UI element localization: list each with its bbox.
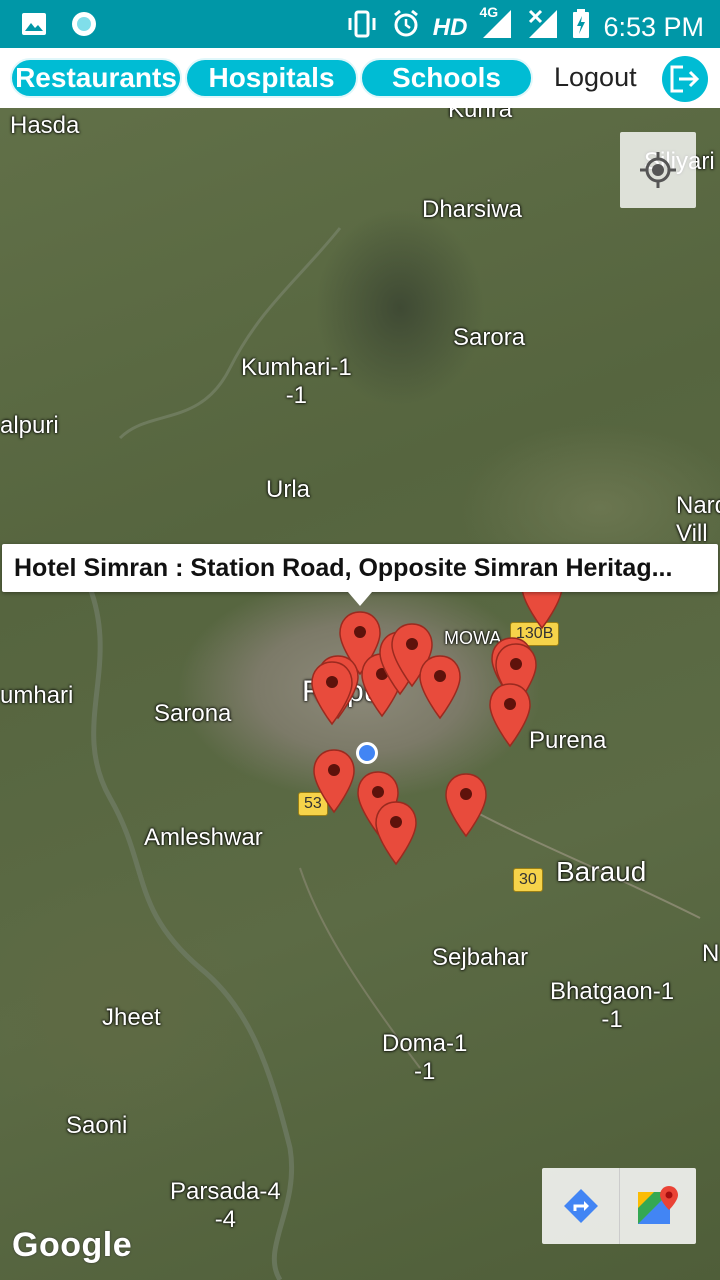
google-maps-icon — [638, 1186, 678, 1224]
map-pin-marker[interactable] — [310, 660, 354, 726]
place-label: Hasda — [10, 112, 80, 139]
info-window[interactable]: Hotel Simran : Station Road, Opposite Si… — [2, 544, 718, 592]
map-pin-marker[interactable] — [312, 748, 356, 814]
map-pin-marker[interactable] — [444, 772, 488, 838]
map-pin-marker[interactable] — [488, 682, 532, 748]
map-pin-marker[interactable] — [418, 654, 462, 720]
place-label: Sarora — [453, 324, 526, 351]
status-bar: HD 4G 6:53 PM — [0, 0, 720, 48]
info-window-pointer — [348, 592, 372, 606]
logout-button[interactable]: Logout — [554, 62, 637, 93]
map-pin-marker[interactable] — [374, 800, 418, 866]
network-type: 4G — [479, 4, 499, 20]
my-location-icon — [640, 152, 676, 188]
place-label: Doma-1 -1 — [382, 1030, 468, 1085]
hd-label: HD — [432, 13, 468, 41]
clock: 6:53 PM — [603, 12, 704, 42]
place-label: Nard Vill — [676, 492, 720, 547]
place-label: Purena — [529, 727, 607, 754]
place-label: alpuri — [0, 412, 59, 439]
place-label: Dharsiwa — [422, 196, 523, 223]
schools-button[interactable]: Schools — [360, 58, 533, 98]
current-location-dot — [356, 742, 378, 764]
directions-icon — [563, 1189, 598, 1223]
battery-charging-icon — [571, 8, 591, 47]
google-maps-button[interactable] — [619, 1168, 696, 1244]
place-label: N — [702, 940, 720, 967]
map-toolbar — [542, 1168, 696, 1244]
place-label: Jheet — [102, 1004, 161, 1031]
image-icon — [20, 10, 48, 43]
directions-button[interactable] — [542, 1168, 619, 1244]
top-toolbar: Restaurants Hospitals Schools Logout — [0, 48, 720, 108]
signal-icon: 4G — [479, 4, 515, 47]
place-label: Sarona — [154, 700, 232, 727]
no-signal-icon — [527, 8, 559, 47]
road-shield: 30 — [513, 868, 543, 892]
place-label: Amleshwar — [144, 824, 263, 851]
place-label: Kunra — [448, 108, 513, 123]
place-label: Kumhari-1 -1 — [241, 354, 352, 409]
place-label: umhari — [0, 682, 74, 709]
satellite-map[interactable]: Hasda Kunra Siliyari Dharsiwa Sarora Kum… — [0, 108, 720, 1280]
logout-icon[interactable] — [662, 56, 708, 102]
google-attribution: Google — [12, 1226, 133, 1264]
place-label: Saoni — [66, 1112, 128, 1139]
place-label: Bhatgaon-1 -1 — [550, 978, 675, 1033]
hospitals-button[interactable]: Hospitals — [185, 58, 358, 98]
alarm-icon — [391, 9, 421, 47]
place-label: Baraud — [556, 856, 647, 887]
place-label: Parsada-4 -4 — [170, 1178, 281, 1233]
vibrate-icon — [345, 10, 379, 46]
place-label: Sejbahar — [432, 944, 529, 971]
restaurants-button[interactable]: Restaurants — [10, 58, 182, 98]
place-label: Urla — [266, 476, 311, 503]
my-location-button[interactable] — [620, 132, 696, 208]
circle-app-icon — [70, 10, 98, 43]
